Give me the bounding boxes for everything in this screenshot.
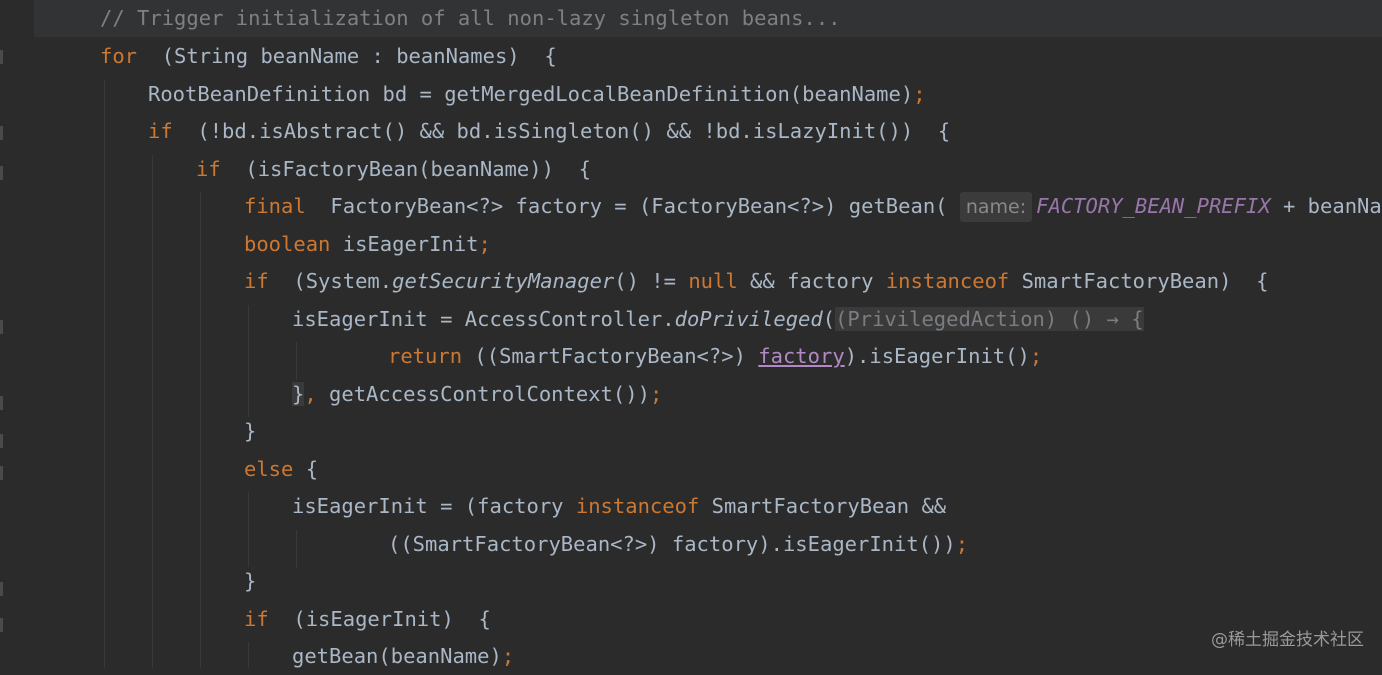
code-token: FACTORY_BEAN_PREFIX	[1036, 194, 1271, 218]
code-token: (isEagerInit) {	[268, 607, 491, 631]
fold-marker[interactable]	[0, 466, 3, 480]
editor-gutter	[0, 0, 34, 668]
code-line[interactable]: if (isFactoryBean(beanName)) {	[196, 151, 591, 188]
code-token: ;	[478, 232, 491, 256]
code-token: ((SmartFactoryBean<?>)	[462, 344, 759, 368]
code-line[interactable]: }	[244, 563, 256, 600]
code-line[interactable]: if (!bd.isAbstract() && bd.isSingleton()…	[148, 113, 950, 150]
indent-guide	[296, 530, 297, 568]
code-line[interactable]: RootBeanDefinition bd = getMergedLocalBe…	[148, 76, 926, 113]
code-token: }	[292, 382, 305, 406]
code-token: isEagerInit	[330, 232, 479, 256]
code-token: (isFactoryBean(beanName)) {	[220, 157, 591, 181]
code-token: if	[244, 607, 269, 631]
code-token: ;	[913, 82, 926, 106]
code-token: if	[148, 119, 173, 143]
code-token: getAccessControlContext())	[316, 382, 650, 406]
fold-marker[interactable]	[0, 166, 3, 180]
code-token: null	[688, 269, 738, 293]
code-token: && factory	[737, 269, 886, 293]
code-token: instanceof	[575, 494, 700, 518]
code-token: (System.	[268, 269, 393, 293]
fold-marker[interactable]	[0, 618, 3, 632]
code-token: ;	[501, 644, 515, 668]
code-token: ((SmartFactoryBean<?>) factory).isEagerI…	[388, 532, 956, 556]
code-token: return	[388, 344, 463, 368]
code-token: ;	[1029, 344, 1043, 368]
indent-guide	[152, 155, 153, 668]
code-line[interactable]: final FactoryBean<?> factory = (FactoryB…	[244, 188, 1382, 225]
code-token: factory	[758, 344, 845, 368]
indent-guide	[248, 492, 249, 567]
indent-guide	[248, 305, 249, 417]
watermark: @稀土掘金技术社区	[1211, 630, 1364, 650]
fold-marker[interactable]	[0, 396, 3, 410]
code-line[interactable]: boolean isEagerInit;	[244, 226, 491, 263]
code-token: boolean	[244, 232, 331, 256]
code-token: ,	[304, 382, 317, 406]
code-token: FactoryBean<?> factory = (FactoryBean<?>…	[305, 194, 960, 218]
code-token: if	[244, 269, 269, 293]
fold-marker[interactable]	[0, 320, 3, 334]
code-token: else	[244, 457, 294, 481]
fold-marker[interactable]	[0, 126, 3, 140]
code-token: getSecurityManager	[392, 269, 615, 293]
indent-guide	[200, 192, 201, 668]
code-token: }	[244, 569, 257, 593]
code-line[interactable]: else {	[244, 451, 318, 488]
code-line[interactable]: }	[244, 413, 256, 450]
code-line[interactable]: isEagerInit = AccessController.doPrivile…	[292, 301, 1144, 338]
code-token: RootBeanDefinition bd = getMergedLocalBe…	[148, 82, 914, 106]
code-token: }	[244, 419, 257, 443]
code-token: instanceof	[885, 269, 1010, 293]
code-token: for	[100, 44, 138, 68]
code-token: (PrivilegedAction) () → {	[835, 307, 1144, 331]
code-line[interactable]: for (String beanName : beanNames) {	[100, 38, 557, 75]
code-token: () !=	[614, 269, 689, 293]
fold-marker[interactable]	[0, 434, 3, 448]
code-token: isEagerInit = AccessController.	[292, 307, 675, 331]
parameter-hint: name:	[959, 192, 1033, 222]
code-token: (String beanName : beanNames) {	[137, 44, 557, 68]
code-token: (	[822, 307, 836, 331]
code-token: (!bd.isAbstract() && bd.isSingleton() &&…	[172, 119, 951, 143]
code-token: {	[293, 457, 319, 481]
code-line[interactable]: return ((SmartFactoryBean<?>) factory).i…	[388, 338, 1042, 375]
code-token: isEagerInit = (factory	[292, 494, 576, 518]
code-line[interactable]: ((SmartFactoryBean<?>) factory).isEagerI…	[388, 526, 968, 563]
code-token: // Trigger initialization of all non-laz…	[100, 6, 841, 30]
fold-marker[interactable]	[0, 582, 3, 596]
code-line[interactable]: if (System.getSecurityManager() != null …	[244, 263, 1268, 300]
indent-guide	[104, 80, 105, 668]
code-token: SmartFactoryBean) {	[1009, 269, 1269, 293]
code-token: ;	[955, 532, 969, 556]
indent-guide	[296, 342, 297, 380]
code-token: getBean(beanName)	[292, 644, 502, 668]
code-line[interactable]: }, getAccessControlContext());	[292, 376, 662, 413]
code-token: if	[196, 157, 221, 181]
code-token: ;	[649, 382, 663, 406]
code-line[interactable]: getBean(beanName);	[292, 638, 514, 675]
indent-guide	[248, 642, 249, 668]
code-token: SmartFactoryBean &&	[699, 494, 947, 518]
code-token: ).isEagerInit()	[844, 344, 1030, 368]
code-token: final	[244, 194, 306, 218]
code-token: doPrivileged	[674, 307, 823, 331]
code-line[interactable]: if (isEagerInit) {	[244, 601, 491, 638]
code-line[interactable]: // Trigger initialization of all non-laz…	[100, 0, 841, 37]
code-line[interactable]: isEagerInit = (factory instanceof SmartF…	[292, 488, 946, 525]
code-editor[interactable]: // Trigger initialization of all non-laz…	[0, 0, 1382, 668]
fold-marker[interactable]	[0, 50, 3, 64]
code-token: + beanName)	[1282, 194, 1382, 218]
